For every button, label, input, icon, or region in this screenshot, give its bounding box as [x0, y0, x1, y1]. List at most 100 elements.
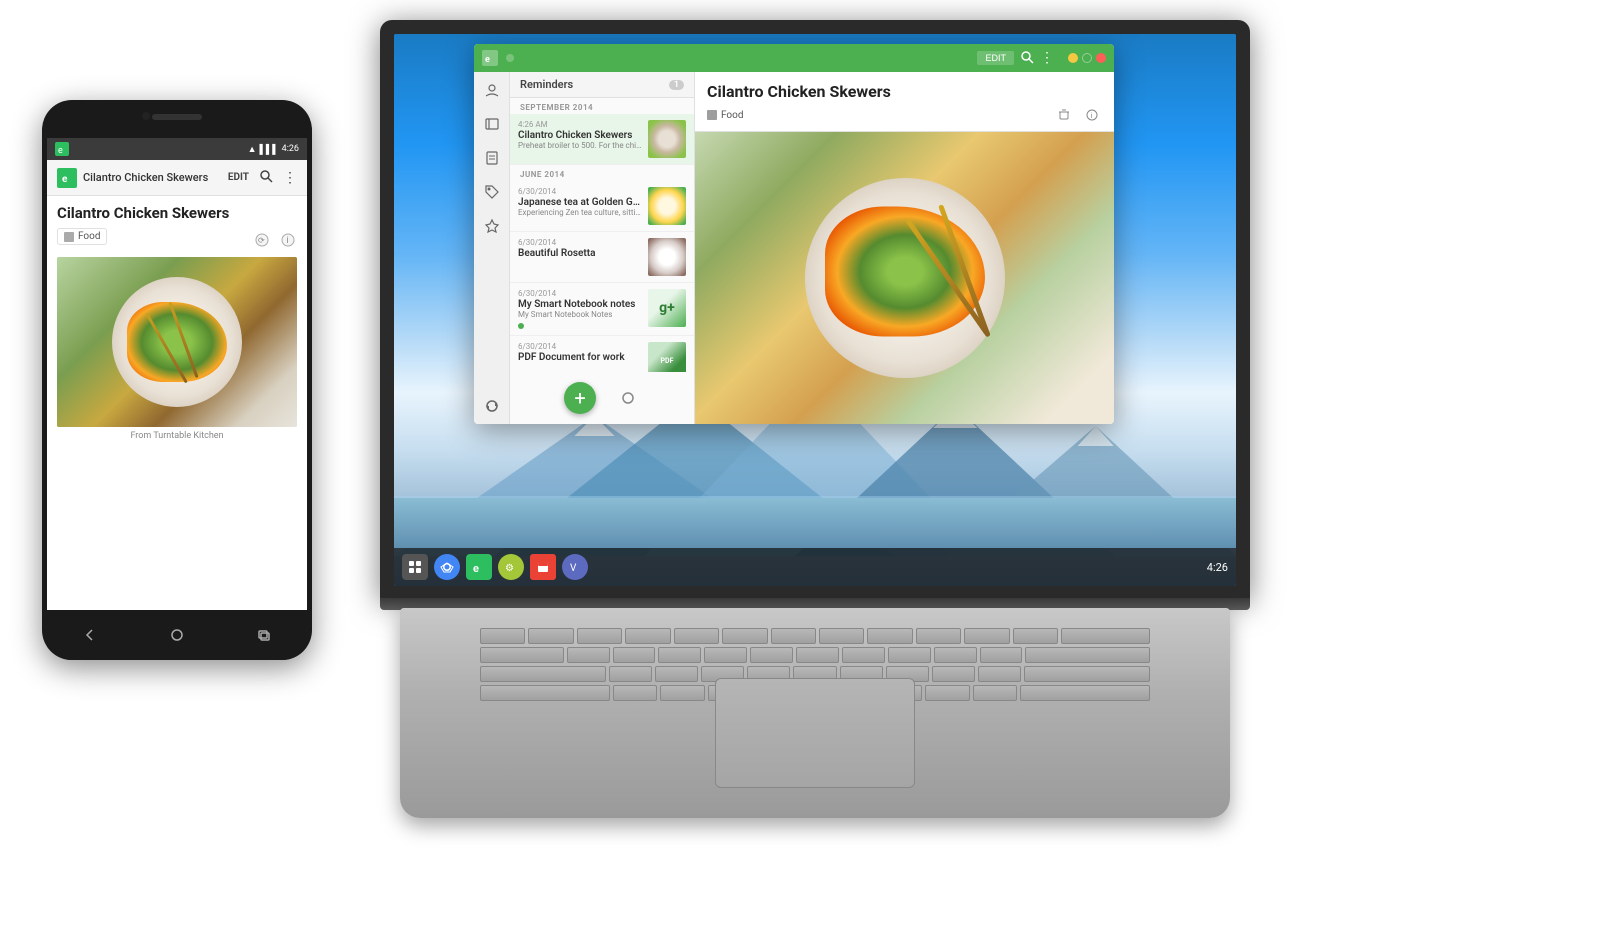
key[interactable]: [480, 628, 525, 644]
ground: [394, 498, 1236, 548]
note-item-content: 6/30/2014 PDF Document for work: [518, 342, 644, 363]
note-item-content: 4:26 AM Cilantro Chicken Skewers Preheat…: [518, 120, 644, 150]
key[interactable]: [704, 647, 747, 663]
key[interactable]: [964, 628, 1009, 644]
note-list-footer: +: [510, 372, 694, 424]
phone: e ▲ ▌▌▌ 4:26 e Cilantro Chicken Skewers …: [42, 100, 312, 680]
key[interactable]: [1024, 666, 1150, 682]
note-list-scroll[interactable]: SEPTEMBER 2014 4:26 AM Cilantro Chicken …: [510, 98, 694, 372]
phone-share-icon[interactable]: ⟳: [253, 231, 271, 249]
phone-statusbar: e ▲ ▌▌▌ 4:26: [47, 138, 307, 160]
key[interactable]: [750, 647, 793, 663]
note-info-btn[interactable]: i: [1082, 105, 1102, 125]
titlebar-search-icon[interactable]: [1020, 49, 1034, 68]
key[interactable]: [1020, 685, 1150, 701]
key[interactable]: [978, 666, 1021, 682]
note-item-pdf[interactable]: 6/30/2014 PDF Document for work PDF: [510, 336, 694, 372]
phone-note-tag[interactable]: Food: [57, 228, 107, 245]
taskbar-android-icon[interactable]: ⚙: [498, 554, 524, 580]
note-content-meta: Food i: [707, 105, 1102, 125]
sidebar-icon-tags[interactable]: [482, 182, 502, 202]
note-item-cilantro[interactable]: 4:26 AM Cilantro Chicken Skewers Preheat…: [510, 114, 694, 165]
key[interactable]: [480, 647, 564, 663]
taskbar-evernote-icon[interactable]: e: [466, 554, 492, 580]
titlebar-edit-button[interactable]: EDIT: [977, 51, 1014, 65]
taskbar-grid-icon[interactable]: [402, 554, 428, 580]
titlebar-more-icon[interactable]: ⋮: [1040, 50, 1054, 66]
key[interactable]: [916, 628, 961, 644]
phone-evernote-logo: e: [55, 142, 69, 156]
key[interactable]: [660, 685, 705, 701]
laptop: e EDIT ⋮: [380, 20, 1250, 900]
taskbar-calendar-icon[interactable]: [530, 554, 556, 580]
key[interactable]: [655, 666, 698, 682]
key[interactable]: [567, 647, 610, 663]
key[interactable]: [625, 628, 670, 644]
laptop-taskbar: e ⚙ V 4:26: [394, 548, 1236, 586]
note-notebook-tag[interactable]: Food: [707, 110, 743, 121]
laptop-bezel: e EDIT ⋮: [380, 20, 1250, 600]
titlebar-left: e: [482, 50, 514, 66]
key[interactable]: [1025, 647, 1150, 663]
sync-icon[interactable]: [616, 386, 640, 410]
key[interactable]: [577, 628, 622, 644]
key[interactable]: [842, 647, 885, 663]
key[interactable]: [1061, 628, 1150, 644]
phone-topbar-icons[interactable]: EDIT ⋮: [228, 168, 297, 187]
key[interactable]: [925, 685, 970, 701]
phone-home-button[interactable]: [162, 625, 192, 645]
key[interactable]: [1013, 628, 1058, 644]
note-item-rosetta[interactable]: 6/30/2014 Beautiful Rosetta: [510, 232, 694, 283]
sidebar-icon-notes[interactable]: [482, 148, 502, 168]
note-sync-dot: [518, 323, 524, 329]
section-september: SEPTEMBER 2014: [510, 98, 694, 114]
key[interactable]: [771, 628, 816, 644]
sidebar-icon-shortcuts[interactable]: [482, 216, 502, 236]
sidebar-icon-account[interactable]: [482, 80, 502, 100]
new-note-fab[interactable]: +: [564, 382, 596, 414]
key[interactable]: [934, 647, 977, 663]
sidebar-icon-notebooks[interactable]: [482, 114, 502, 134]
laptop-touchpad[interactable]: [715, 678, 915, 788]
key[interactable]: [480, 685, 610, 701]
note-item-notebook[interactable]: 6/30/2014 My Smart Notebook notes My Sma…: [510, 283, 694, 336]
phone-screen: e ▲ ▌▌▌ 4:26 e Cilantro Chicken Skewers …: [47, 138, 307, 610]
notebook-tag-icon: [64, 232, 74, 242]
phone-recents-button[interactable]: [249, 625, 279, 645]
note-delete-btn[interactable]: [1054, 105, 1074, 125]
key[interactable]: [973, 685, 1018, 701]
phone-note-content: Cilantro Chicken Skewers Food ⟳ i: [47, 196, 307, 445]
titlebar-right[interactable]: EDIT ⋮: [977, 49, 1106, 68]
key[interactable]: [819, 628, 864, 644]
note-item-japanese-tea[interactable]: 6/30/2014 Japanese tea at Golden Gate Pa…: [510, 181, 694, 232]
phone-more-icon[interactable]: ⋮: [283, 170, 297, 186]
key[interactable]: [674, 628, 719, 644]
phone-edit-button[interactable]: EDIT: [228, 172, 249, 183]
key[interactable]: [613, 685, 658, 701]
key[interactable]: [658, 647, 701, 663]
phone-search-icon[interactable]: [259, 168, 273, 187]
close-button[interactable]: [1096, 53, 1106, 63]
sidebar-icon-sync[interactable]: [482, 396, 502, 416]
minimize-button[interactable]: [1068, 53, 1078, 63]
key[interactable]: [888, 647, 931, 663]
phone-topbar: e Cilantro Chicken Skewers EDIT ⋮: [47, 160, 307, 196]
phone-plate: [112, 277, 242, 407]
taskbar-time: 4:26: [1207, 561, 1228, 574]
phone-info-icon[interactable]: i: [279, 231, 297, 249]
window-controls[interactable]: [1068, 53, 1106, 63]
key[interactable]: [980, 647, 1023, 663]
phone-caption: From Turntable Kitchen: [57, 431, 297, 441]
key[interactable]: [480, 666, 606, 682]
phone-back-button[interactable]: [75, 625, 105, 645]
key[interactable]: [528, 628, 573, 644]
maximize-button[interactable]: [1082, 53, 1092, 63]
key[interactable]: [609, 666, 652, 682]
taskbar-vpn-icon[interactable]: V: [562, 554, 588, 580]
key[interactable]: [867, 628, 912, 644]
key[interactable]: [722, 628, 767, 644]
taskbar-chrome-icon[interactable]: [434, 554, 460, 580]
key[interactable]: [613, 647, 656, 663]
key[interactable]: [932, 666, 975, 682]
key[interactable]: [796, 647, 839, 663]
